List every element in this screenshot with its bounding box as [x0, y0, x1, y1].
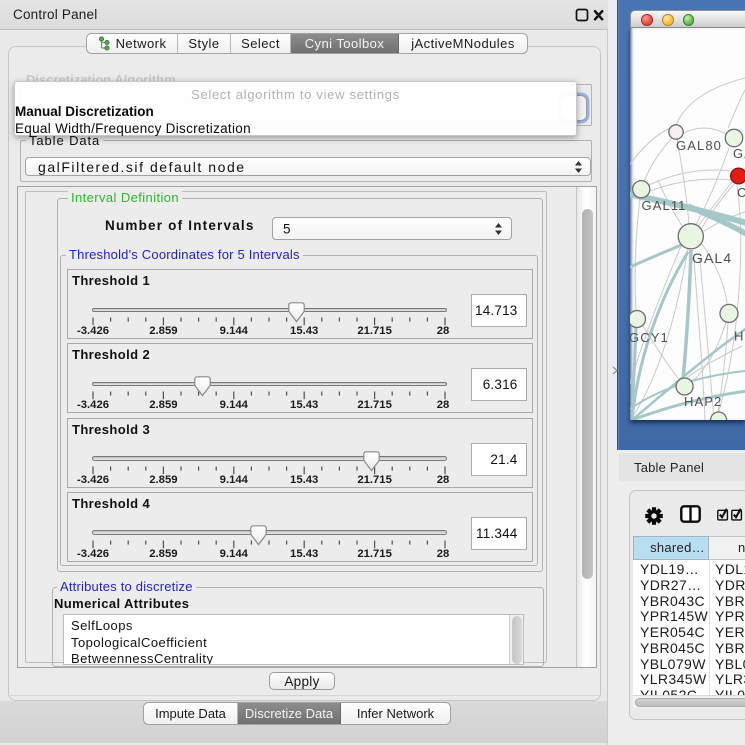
svg-text:H: H	[734, 329, 745, 344]
svg-text:GAL11: GAL11	[642, 198, 687, 213]
svg-text:GCY1: GCY1	[630, 330, 669, 345]
svg-text:C: C	[737, 185, 745, 200]
svg-text:GAL4: GAL4	[692, 250, 732, 266]
svg-text:GAL80: GAL80	[676, 138, 722, 153]
svg-text:GA: GA	[733, 146, 745, 161]
svg-text:HAP2: HAP2	[684, 394, 722, 409]
